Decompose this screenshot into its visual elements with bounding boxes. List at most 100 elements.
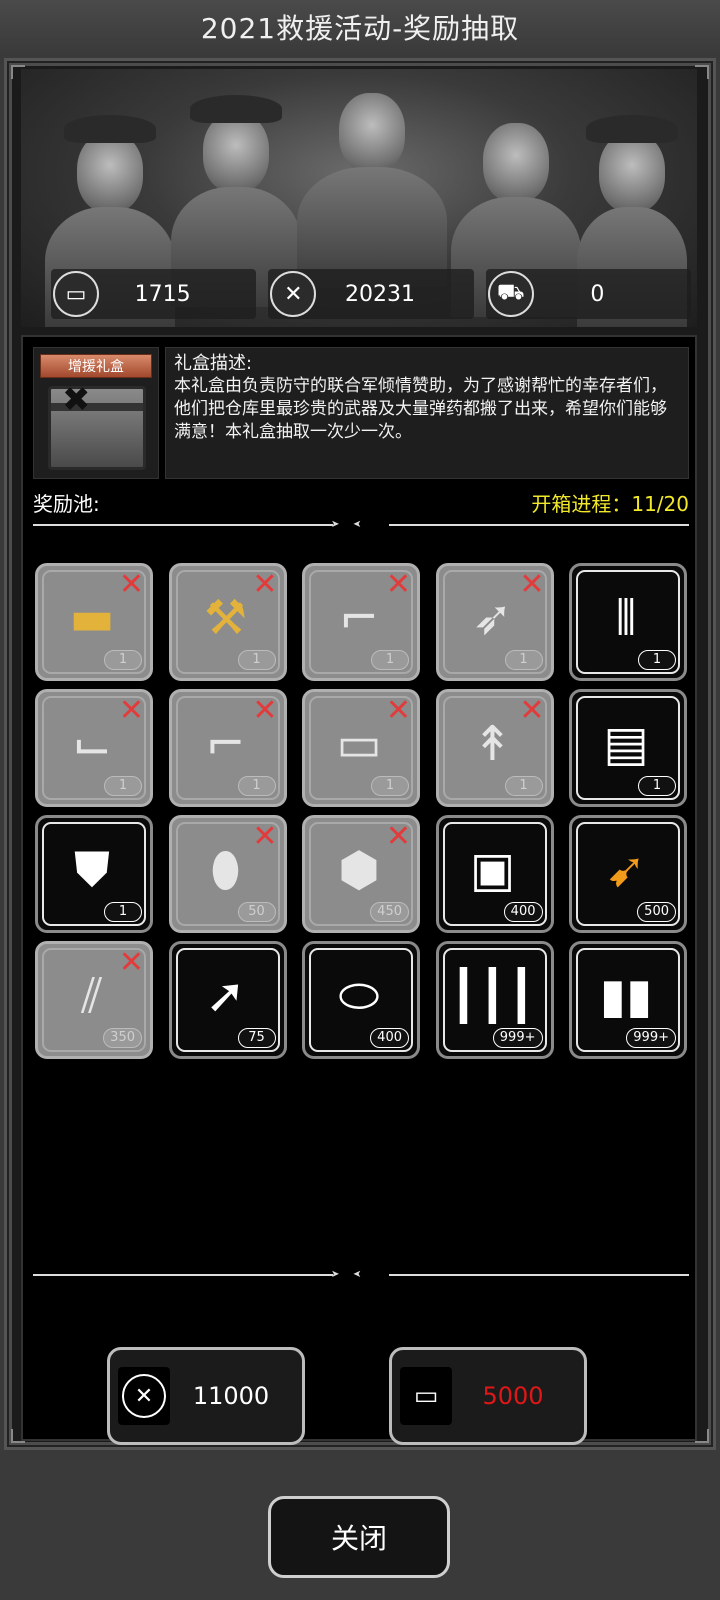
item-count: 1: [104, 650, 142, 670]
currency-medal: ✕ 20231: [268, 269, 474, 319]
main-frame: ▭ 1715 ✕ 20231 ⛟ 0 增援礼盒 ✖ 礼盒描述: 本礼盒由负责防守…: [4, 58, 716, 1450]
card-cost: 5000: [482, 1382, 544, 1410]
reward-slot[interactable]: ⬮ 50 ✕: [168, 815, 287, 933]
divider-bottom: ➤ ➤: [33, 1269, 689, 1281]
medal-cost: 11000: [192, 1382, 270, 1410]
item-count: 1: [638, 650, 676, 670]
gold-rocket-ammo-icon: ➹: [605, 842, 647, 898]
reward-slot[interactable]: ▭ 1 ✕: [302, 689, 420, 807]
crossed-swords-icon: ✖: [62, 380, 91, 420]
card-count: 1715: [134, 281, 191, 307]
reward-slot[interactable]: ➚ 75: [168, 941, 287, 1059]
reward-slot[interactable]: ⫴ 1: [569, 563, 687, 681]
reward-slot[interactable]: ⌐ 1 ✕: [302, 563, 420, 681]
item-count: 999+: [626, 1028, 676, 1048]
draw-buttons: ✕ 11000 ▭ 5000: [23, 1347, 699, 1447]
vehicle-count: 0: [590, 281, 605, 307]
reward-slot[interactable]: ┃┃┃ 999+: [435, 941, 554, 1059]
crossed-swords-icon: ✕: [270, 271, 317, 317]
reward-slot[interactable]: ⛊ 1: [35, 815, 153, 933]
draw-with-card-button[interactable]: ▭ 5000: [389, 1347, 587, 1445]
item-count: 1: [504, 776, 543, 796]
description-heading: 礼盒描述:: [174, 353, 253, 374]
close-button[interactable]: 关闭: [268, 1496, 450, 1578]
riot-shield-icon: ⛊: [73, 842, 110, 898]
reward-slot[interactable]: ➹ 500: [569, 815, 687, 933]
rpg-round-icon: ➚: [205, 968, 246, 1024]
claimed-x-icon: ✕: [385, 819, 411, 854]
reward-slot[interactable]: ▣ 400: [435, 815, 554, 933]
item-count: 50: [237, 902, 276, 922]
crossed-swords-icon: ✕: [122, 1374, 166, 1418]
survivors-banner: ▭ 1715 ✕ 20231 ⛟ 0: [21, 69, 697, 327]
gift-box-info: 增援礼盒 ✖ 礼盒描述: 本礼盒由负责防守的联合军倾情赞助，为了感谢帮忙的幸存者…: [33, 347, 689, 479]
reward-slot[interactable]: ↟ 1 ✕: [435, 689, 554, 807]
incendiary-grenade-icon: ▣: [469, 842, 516, 898]
claimed-x-icon: ✕: [385, 567, 411, 602]
gift-box-description: 礼盒描述: 本礼盒由负责防守的联合军倾情赞助，为了感谢帮忙的幸存者们，他们把仓库…: [165, 347, 689, 479]
medal-count: 20231: [344, 281, 415, 307]
currency-vehicle: ⛟ 0: [485, 269, 691, 319]
vehicle-icon: ⛟: [487, 271, 534, 317]
reward-slot[interactable]: ⌙ 1 ✕: [35, 689, 153, 807]
frame-corner: [695, 65, 709, 79]
item-count: 1: [371, 650, 409, 670]
draw-with-medal-button[interactable]: ✕ 11000: [107, 1347, 305, 1445]
page-title: 2021救援活动-奖励抽取: [0, 0, 720, 54]
item-count: 400: [370, 1028, 409, 1048]
item-count: 999+: [492, 1028, 543, 1048]
minigun-icon: ⫴: [615, 590, 637, 646]
reward-slot[interactable]: ⚒ 1 ✕: [168, 563, 287, 681]
pool-header: 奖励池: 开箱进程：11/20: [33, 487, 689, 517]
claimed-x-icon: ✕: [385, 693, 411, 728]
open-progress: 开箱进程：11/20: [531, 491, 689, 516]
ticket-card-icon: ▭: [400, 1367, 452, 1425]
reward-panel: 增援礼盒 ✖ 礼盒描述: 本礼盒由负责防守的联合军倾情赞助，为了感谢帮忙的幸存者…: [21, 335, 697, 1445]
reward-slot[interactable]: ⬢ 450 ✕: [302, 815, 420, 933]
pool-title: 奖励池:: [33, 491, 100, 516]
body-armor-icon: ▤: [603, 716, 649, 772]
reward-slot[interactable]: ▮▮ 999+: [569, 941, 687, 1059]
item-count: 350: [103, 1028, 142, 1048]
claimed-x-icon: ✕: [519, 693, 545, 728]
close-label: 关闭: [330, 1522, 387, 1555]
reward-slot[interactable]: ⬭ 400: [302, 941, 420, 1059]
reward-slot[interactable]: ▬ 1 ✕: [35, 563, 153, 681]
claimed-x-icon: ✕: [252, 819, 278, 854]
gift-box-thumbnail: 增援礼盒 ✖: [33, 347, 159, 479]
item-count: 1: [104, 902, 142, 922]
claimed-x-icon: ✕: [252, 567, 278, 602]
pistol-ammo-icon: ▮▮: [599, 968, 653, 1024]
item-count: 1: [638, 776, 676, 796]
description-text: 本礼盒由负责防守的联合军倾情赞助，为了感谢帮忙的幸存者们，他们把仓库里最珍贵的武…: [174, 376, 667, 442]
reward-slot[interactable]: ⌐ 1 ✕: [168, 689, 287, 807]
claimed-x-icon: ✕: [118, 945, 144, 980]
item-count: 1: [237, 776, 276, 796]
item-count: 500: [637, 902, 676, 922]
ticket-card-icon: ▭: [53, 271, 99, 317]
item-count: 1: [237, 650, 276, 670]
reward-slot[interactable]: ⫽ 350 ✕: [35, 941, 153, 1059]
claimed-x-icon: ✕: [519, 567, 545, 602]
shotgun-shells-icon: ⬭: [338, 968, 380, 1024]
item-count: 1: [504, 650, 543, 670]
divider-top: ➤ ➤: [33, 519, 689, 531]
reward-grid: ▬ 1 ✕ ⚒ 1 ✕ ⌐ 1 ✕ ➶ 1 ✕ ⫴ 1 ⌙ 1 ✕ ⌐ 1 ✕ ▭ 1 ✕ ↟ 1 ✕ ▤ 1 ⛊ 1 ⬮ 50 ✕ ⬢ 450 ✕ ▣…: [35, 563, 687, 1059]
claimed-x-icon: ✕: [118, 567, 144, 602]
item-count: 1: [104, 776, 142, 796]
reward-slot[interactable]: ➶ 1 ✕: [435, 563, 554, 681]
item-count: 75: [237, 1028, 276, 1048]
survivor-figure: [297, 93, 447, 287]
item-count: 450: [370, 902, 409, 922]
claimed-x-icon: ✕: [118, 693, 144, 728]
rifle-ammo-icon: ┃┃┃: [449, 968, 536, 1024]
item-count: 1: [371, 776, 409, 796]
reward-slot[interactable]: ▤ 1: [569, 689, 687, 807]
gift-box-tag: 增援礼盒: [40, 354, 152, 378]
currency-bar: ▭ 1715 ✕ 20231 ⛟ 0: [51, 269, 691, 323]
currency-card: ▭ 1715: [51, 269, 257, 319]
page-title-text: 2021救援活动-奖励抽取: [200, 12, 520, 45]
medal-icon-box: ✕: [118, 1367, 170, 1425]
claimed-x-icon: ✕: [252, 693, 278, 728]
item-count: 400: [503, 902, 543, 922]
